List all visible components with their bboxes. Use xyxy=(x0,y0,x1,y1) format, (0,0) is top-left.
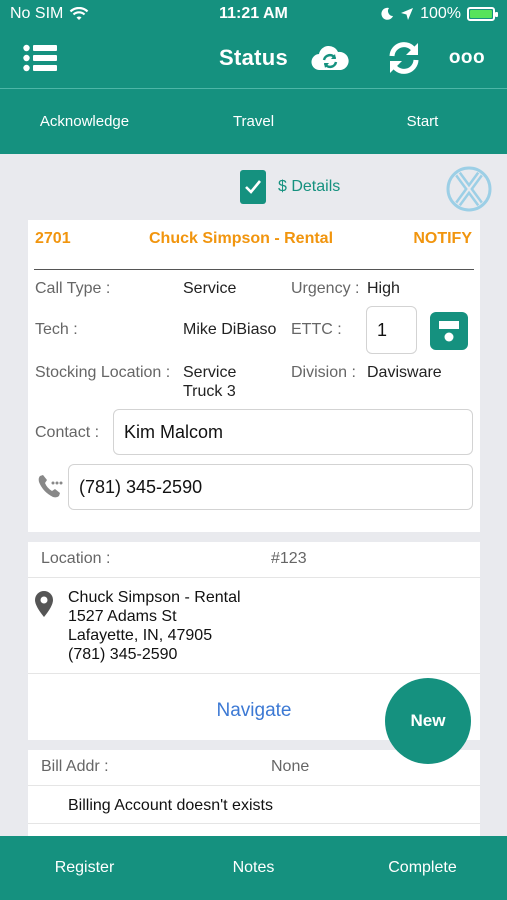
notes-tab[interactable]: Notes xyxy=(169,836,338,900)
details-link[interactable]: $ Details xyxy=(278,178,340,196)
register-tab[interactable]: Register xyxy=(0,836,169,900)
refresh-button[interactable] xyxy=(382,36,426,80)
refresh-icon xyxy=(389,42,419,74)
billing-message: Billing Account doesn't exists xyxy=(68,797,273,814)
location-street: 1527 Adams St xyxy=(68,608,177,625)
location-phone: (781) 345-2590 xyxy=(68,646,178,663)
notify-link[interactable]: NOTIFY xyxy=(413,230,472,248)
system-status-bar: No SIM 11:21 AM 100% xyxy=(0,0,507,30)
bill-addr-value: None xyxy=(271,758,310,775)
moon-icon xyxy=(381,7,394,20)
division-value: Davisware xyxy=(367,364,442,381)
travel-button[interactable]: Travel xyxy=(169,89,338,154)
battery-percent: 100% xyxy=(420,5,461,22)
billing-card: Bill Addr : None Billing Account doesn't… xyxy=(28,750,480,836)
stocking-location-line1: Service xyxy=(183,364,237,381)
stocking-location-line2: Truck 3 xyxy=(183,383,236,400)
call-number: 2701 xyxy=(35,230,71,247)
battery-level-fill xyxy=(470,10,492,18)
acknowledge-button[interactable]: Acknowledge xyxy=(0,89,169,154)
ettc-input[interactable]: 1 xyxy=(366,306,417,354)
status-right: 100% xyxy=(380,5,498,23)
location-id: #123 xyxy=(271,550,307,567)
tech-label: Tech : xyxy=(35,321,78,338)
new-fab-button[interactable]: New xyxy=(385,678,471,764)
cloud-sync-button[interactable] xyxy=(308,40,352,76)
location-header-row: Location : #123 xyxy=(28,542,480,578)
location-name: Chuck Simpson - Rental xyxy=(68,589,241,606)
urgency-label: Urgency : xyxy=(291,280,360,297)
urgency-value: High xyxy=(367,280,400,297)
save-button[interactable] xyxy=(430,312,468,350)
app-logo-icon[interactable] xyxy=(446,166,492,212)
bill-addr-label: Bill Addr : xyxy=(41,758,109,775)
location-city: Lafayette, IN, 47905 xyxy=(68,627,213,644)
location-arrow-icon xyxy=(401,8,414,20)
details-checkbox[interactable] xyxy=(240,170,266,204)
divider xyxy=(34,269,474,270)
call-details-card: 2701 Chuck Simpson - Rental NOTIFY Call … xyxy=(28,220,480,532)
app-header: Status ooo xyxy=(0,30,507,88)
contact-input[interactable]: Kim Malcom xyxy=(113,409,473,455)
save-icon xyxy=(439,321,459,342)
billing-message-row: Billing Account doesn't exists xyxy=(28,786,480,824)
details-row: $ Details xyxy=(0,154,507,220)
complete-tab[interactable]: Complete xyxy=(338,836,507,900)
tech-value: Mike DiBiaso xyxy=(183,321,277,338)
division-label: Division : xyxy=(291,364,356,381)
battery-icon xyxy=(467,7,498,21)
customer-name: Chuck Simpson - Rental xyxy=(149,230,334,247)
checkmark-icon xyxy=(245,180,262,194)
phone-icon[interactable] xyxy=(36,472,64,500)
map-pin-icon xyxy=(35,591,53,617)
cloud-sync-icon xyxy=(311,45,349,71)
stocking-location-label: Stocking Location : xyxy=(35,364,171,381)
phone-input[interactable]: (781) 345-2590 xyxy=(68,464,473,510)
start-button[interactable]: Start xyxy=(338,89,507,154)
location-label: Location : xyxy=(41,550,111,567)
contact-label: Contact : xyxy=(35,424,100,441)
call-type-value: Service xyxy=(183,280,237,297)
ettc-label: ETTC : xyxy=(291,321,342,338)
status-action-bar: Acknowledge Travel Start xyxy=(0,88,507,154)
bottom-tab-bar: Register Notes Complete xyxy=(0,836,507,900)
more-options-button[interactable]: ooo xyxy=(444,44,490,72)
page-title: Status xyxy=(218,45,289,70)
call-type-label: Call Type : xyxy=(35,280,111,297)
location-address-row[interactable]: Chuck Simpson - Rental 1527 Adams St Laf… xyxy=(28,578,480,674)
